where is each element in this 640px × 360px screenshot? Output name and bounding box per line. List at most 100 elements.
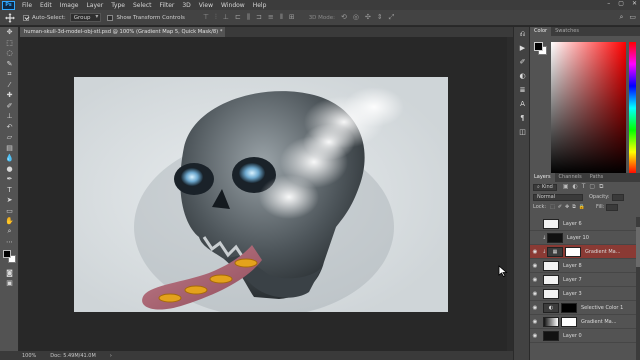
filter-pixel-icon[interactable]: ▣ <box>563 183 569 191</box>
layer-mask-thumbnail[interactable] <box>561 316 577 327</box>
maximize-button[interactable]: ▢ <box>618 0 624 7</box>
menu-layer[interactable]: Layer <box>82 2 107 9</box>
properties-panel-icon[interactable]: ≣ <box>514 83 531 97</box>
eyedropper-tool-icon[interactable]: ⁄ <box>0 80 19 91</box>
fill-field[interactable] <box>606 203 619 211</box>
history-brush-tool-icon[interactable]: ↶ <box>0 122 19 133</box>
screen-mode-icon[interactable]: ▣ <box>0 278 19 289</box>
character-panel-icon[interactable]: A <box>514 97 531 111</box>
tab-paths[interactable]: Paths <box>586 173 608 182</box>
zoom-level[interactable]: 100% <box>22 353 36 359</box>
pen-tool-icon[interactable]: ✒ <box>0 174 19 185</box>
filter-adjust-icon[interactable]: ◐ <box>573 183 578 191</box>
layer-row[interactable]: ◉ Layer 0 <box>530 329 636 343</box>
opacity-field[interactable] <box>611 193 624 201</box>
clone-stamp-tool-icon[interactable]: ⊥ <box>0 111 19 122</box>
auto-select-dropdown[interactable]: Group <box>69 13 102 22</box>
actions-panel-icon[interactable]: ▶ <box>514 41 531 55</box>
menu-type[interactable]: Type <box>107 2 129 9</box>
eye-icon[interactable]: ◉ <box>530 305 540 311</box>
paragraph-panel-icon[interactable]: ¶ <box>514 111 531 125</box>
pan-3d-icon[interactable]: ✣ <box>365 13 371 22</box>
tab-swatches[interactable]: Swatches <box>551 27 583 36</box>
layer-row[interactable]: ◉ Gradient Ma... <box>530 315 636 329</box>
move-tool-preset-icon[interactable] <box>3 12 17 24</box>
slide-3d-icon[interactable]: ⇕ <box>377 13 383 22</box>
color-picker-field[interactable] <box>551 42 626 174</box>
type-tool-icon[interactable]: T <box>0 185 19 196</box>
menu-image[interactable]: Image <box>56 2 83 9</box>
lock-icons[interactable]: ⬚✐✥⧉🔒 <box>550 204 588 210</box>
layer-row[interactable]: ◉ Layer 3 <box>530 287 636 301</box>
close-window-button[interactable]: ✕ <box>632 0 637 7</box>
align-left-icon[interactable]: ⊏ <box>235 13 241 22</box>
align-bottom-icon[interactable]: ⊥ <box>223 13 229 22</box>
scale-3d-icon[interactable]: ⤢ <box>389 13 395 22</box>
crop-tool-icon[interactable]: ⌗ <box>0 69 19 80</box>
libraries-panel-icon[interactable]: ◫ <box>514 125 531 139</box>
auto-select-checkbox[interactable] <box>23 14 29 21</box>
adjustments-panel-icon[interactable]: ◐ <box>514 69 531 83</box>
layer-row[interactable]: ◉ Layer 8 <box>530 259 636 273</box>
history-panel-icon[interactable]: ⎌ <box>514 27 531 41</box>
document-tab[interactable]: human-skull-3d-model-obj-stl.psd @ 100% … <box>20 27 225 37</box>
status-menu-arrow[interactable]: › <box>110 353 112 359</box>
lasso-tool-icon[interactable]: ◌ <box>0 48 19 59</box>
menu-view[interactable]: View <box>195 2 217 9</box>
path-select-tool-icon[interactable]: ➤ <box>0 195 19 206</box>
canvas-workspace[interactable] <box>20 37 513 351</box>
minimize-button[interactable]: – <box>607 0 610 7</box>
tool-color-swatches[interactable] <box>0 248 19 268</box>
eye-icon[interactable]: ◉ <box>530 277 540 283</box>
layer-row[interactable]: ◉ ◐ Selective Color 1 <box>530 301 636 315</box>
filter-shape-icon[interactable]: ▢ <box>589 183 595 191</box>
rectangle-tool-icon[interactable]: ▭ <box>0 206 19 217</box>
search-icon[interactable]: ⌕ <box>619 13 623 22</box>
eye-icon[interactable]: ◉ <box>530 249 540 255</box>
eye-icon[interactable]: ◉ <box>530 263 540 269</box>
move-tool-icon[interactable]: ✥ <box>0 27 19 38</box>
filter-kind-dropdown[interactable]: ⌕ Kind <box>533 183 557 191</box>
align-vcenter-icon[interactable]: ⫶ <box>215 13 217 22</box>
eye-icon[interactable]: ◉ <box>530 291 540 297</box>
quick-mask-icon[interactable]: ◙ <box>0 268 19 279</box>
roll-3d-icon[interactable]: ◎ <box>353 13 359 22</box>
blur-tool-icon[interactable]: 💧 <box>0 153 19 164</box>
auto-align-icon[interactable]: ⊞ <box>289 13 295 22</box>
filter-type-icon[interactable]: T <box>582 183 586 191</box>
brush-tool-icon[interactable]: ✐ <box>0 101 19 112</box>
layer-mask-thumbnail[interactable] <box>561 302 577 313</box>
tab-channels[interactable]: Channels <box>555 173 586 182</box>
layer-row-selected[interactable]: ◉ ↓ ▦ Gradient Ma... <box>530 245 636 259</box>
menu-3d[interactable]: 3D <box>178 2 194 9</box>
color-panel-foreground[interactable] <box>534 42 543 51</box>
layer-mask-thumbnail[interactable] <box>565 246 581 257</box>
gradient-tool-icon[interactable]: ▤ <box>0 143 19 154</box>
align-top-icon[interactable]: ⊤ <box>203 13 209 22</box>
tab-layers[interactable]: Layers <box>530 173 555 182</box>
quick-select-tool-icon[interactable]: ✎ <box>0 59 19 70</box>
eye-icon[interactable]: ◉ <box>530 319 540 325</box>
orbit-3d-icon[interactable]: ⟲ <box>341 13 347 22</box>
distribute-h-icon[interactable]: ⦀ <box>280 13 283 22</box>
filter-smart-icon[interactable]: ⧉ <box>599 183 603 191</box>
layers-scrollbar[interactable] <box>636 217 640 360</box>
hand-tool-icon[interactable]: ✋ <box>0 216 19 227</box>
menu-select[interactable]: Select <box>129 2 156 9</box>
foreground-color-swatch[interactable] <box>3 249 11 258</box>
menu-edit[interactable]: Edit <box>36 2 56 9</box>
menu-file[interactable]: File <box>18 2 36 9</box>
menu-help[interactable]: Help <box>249 2 271 9</box>
more-tools-icon[interactable]: ⋯ <box>0 237 19 248</box>
zoom-tool-icon[interactable]: ⌕ <box>0 227 19 238</box>
layer-row[interactable]: Layer 6 <box>530 217 636 231</box>
distribute-icon[interactable]: ≡ <box>268 13 274 22</box>
brush-settings-icon[interactable]: ✐ <box>514 55 531 69</box>
menu-filter[interactable]: Filter <box>156 2 179 9</box>
hue-slider[interactable] <box>629 42 636 174</box>
marquee-tool-icon[interactable]: ⬚ <box>0 38 19 49</box>
healing-brush-tool-icon[interactable]: ✚ <box>0 90 19 101</box>
align-hcenter-icon[interactable]: ⫼ <box>247 13 250 22</box>
workspace-icon[interactable]: ▭ <box>629 13 636 22</box>
dodge-tool-icon[interactable]: ● <box>0 164 19 175</box>
